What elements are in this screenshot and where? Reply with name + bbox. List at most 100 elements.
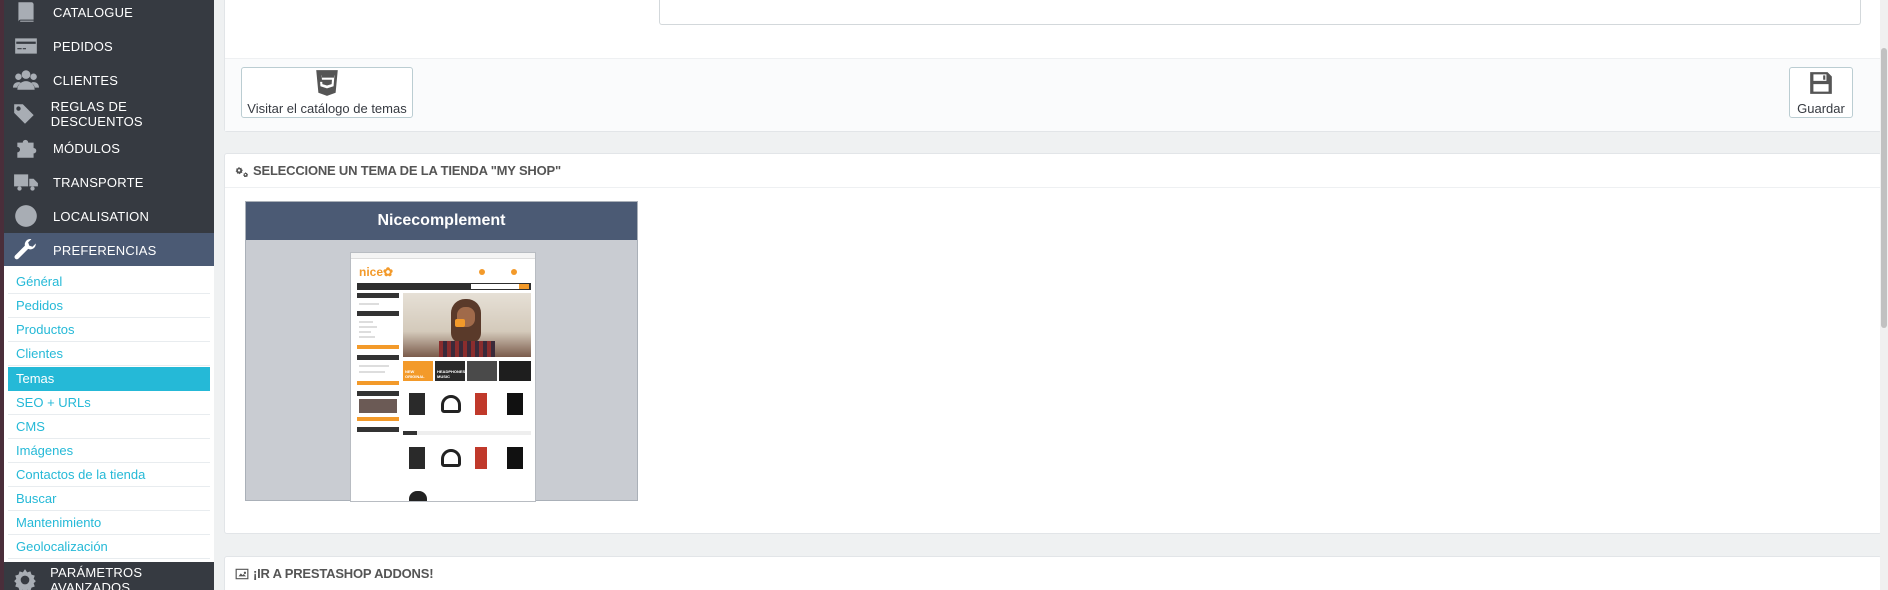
preview-search-button: [519, 284, 529, 289]
submenu-item-geolocalizacion[interactable]: Geolocalización: [8, 535, 210, 559]
theme-settings-panel: Visitar el catálogo de temas Guardar: [224, 0, 1882, 132]
submenu-item-cms[interactable]: CMS: [8, 415, 210, 439]
preview-cart-icon: [479, 269, 485, 275]
sidebar-item-label: CATALOGUE: [53, 4, 134, 20]
sidebar-item-transporte[interactable]: TRANSPORTE: [4, 165, 214, 199]
preview-line: [359, 371, 385, 373]
preview-product-headphones: [441, 395, 461, 413]
sidebar-item-preferencias[interactable]: PREFERENCIAS: [4, 233, 214, 267]
preview-banner-3: [467, 361, 497, 381]
preview-line: [359, 326, 377, 328]
preview-banner-4: [499, 361, 531, 381]
visit-theme-catalog-button[interactable]: Visitar el catálogo de temas: [241, 67, 413, 118]
sidebar-item-pedidos[interactable]: PEDIDOS: [4, 29, 214, 63]
preview-line: [359, 336, 375, 338]
truck-icon: [4, 165, 48, 199]
page-scrollbar[interactable]: [1880, 0, 1888, 590]
submenu-item-general[interactable]: Général: [8, 270, 210, 294]
submenu-item-buscar[interactable]: Buscar: [8, 487, 210, 511]
cogs-icon: [4, 563, 45, 590]
preview-banner-1-label: NEW ORIGINAL: [405, 369, 425, 379]
tags-icon: [4, 97, 46, 131]
preview-product-tablet: [409, 447, 425, 469]
cogs-icon: [235, 166, 249, 177]
main-content: Visitar el catálogo de temas Guardar SEL…: [214, 0, 1888, 590]
sidebar-item-label: CLIENTES: [53, 72, 119, 88]
preview-search: [471, 284, 519, 289]
sidebar-item-modulos[interactable]: MÓDULOS: [4, 131, 214, 165]
preview-product-headphones: [441, 449, 461, 467]
floppy-disk-icon: [1810, 72, 1832, 94]
preview-product-phone: [475, 393, 487, 415]
preview-block: [357, 391, 399, 396]
preview-product-bag: [409, 491, 427, 501]
sidebar-item-localisation[interactable]: LOCALISATION: [4, 199, 214, 233]
preview-active-tab: [403, 431, 417, 435]
panel-heading: SELECCIONE UN TEMA DE LA TIENDA "MY SHOP…: [225, 154, 1881, 188]
panel-title[interactable]: ¡IR A PRESTASHOP ADDONS!: [253, 557, 434, 590]
users-icon: [4, 63, 48, 97]
preview-block: [357, 355, 399, 360]
submenu-item-temas[interactable]: Temas: [8, 367, 210, 391]
preview-product-phone: [475, 447, 487, 469]
sidebar-item-label: LOCALISATION: [53, 208, 150, 224]
select-theme-panel: SELECCIONE UN TEMA DE LA TIENDA "MY SHOP…: [224, 153, 1882, 534]
visit-theme-catalog-label: Visitar el catálogo de temas: [247, 101, 407, 116]
panel-footer: Visitar el catálogo de temas Guardar: [225, 58, 1881, 131]
description-textarea[interactable]: [659, 0, 1861, 25]
sidebar-item-label: PARÁMETROS AVANZADOS: [50, 565, 143, 590]
preview-line: [359, 331, 371, 333]
sidebar-item-catalogue[interactable]: CATALOGUE: [4, 0, 214, 29]
sidebar-item-clientes[interactable]: CLIENTES: [4, 63, 214, 97]
submenu-item-seo-urls[interactable]: SEO + URLs: [8, 391, 210, 415]
submenu-item-imagenes[interactable]: Imágenes: [8, 439, 210, 463]
sidebar-item-label: REGLAS DE DESCUENTOS: [50, 99, 143, 129]
save-button[interactable]: Guardar: [1789, 67, 1853, 118]
sidebar-item-label: MÓDULOS: [53, 140, 121, 156]
preview-line: [359, 321, 373, 323]
preview-block: [357, 427, 399, 432]
theme-card[interactable]: Nicecomplement nice✿ NEW ORIGINAL HEADPH…: [245, 201, 638, 502]
preview-banner-2: HEADPHONES MUSIC: [435, 361, 465, 381]
preferences-submenu: Général Pedidos Productos Clientes Temas…: [4, 266, 214, 562]
submenu-item-pedidos[interactable]: Pedidos: [8, 294, 210, 318]
preview-logo-mark: ✿: [383, 265, 394, 279]
preview-logo: nice✿: [359, 265, 393, 279]
sidebar-item-parametros-avanzados[interactable]: PARÁMETROS AVANZADOS: [4, 563, 214, 590]
panel-title: SELECCIONE UN TEMA DE LA TIENDA "MY SHOP…: [253, 162, 561, 178]
sidebar-item-label: PEDIDOS: [53, 38, 113, 54]
sidebar-item-label: TRANSPORTE: [53, 174, 144, 190]
preview-product-tablet: [409, 393, 425, 415]
preview-block: [357, 311, 399, 316]
sidebar: CATALOGUE PEDIDOS CLIENTES REGLAS DE DES…: [0, 0, 214, 590]
preview-product-case: [507, 393, 523, 415]
panel-heading: ¡IR A PRESTASHOP ADDONS!: [225, 557, 1881, 590]
theme-name: Nicecomplement: [246, 202, 637, 240]
submenu-item-contactos[interactable]: Contactos de la tienda: [8, 463, 210, 487]
preview-user-icon: [511, 269, 517, 275]
sidebar-item-reglas-de-descuentos[interactable]: REGLAS DE DESCUENTOS: [4, 97, 214, 131]
preview-orange-button: [357, 381, 399, 385]
globe-icon: [4, 199, 48, 233]
preview-logo-text: nice: [359, 265, 384, 279]
preview-product-case: [507, 447, 523, 469]
preview-banner-2-label: HEADPHONES MUSIC: [437, 369, 466, 379]
preview-slider: [403, 293, 531, 357]
book-icon: [4, 0, 48, 29]
credit-card-icon: [4, 29, 48, 63]
preview-thumb: [359, 399, 397, 413]
submenu-item-clientes[interactable]: Clientes: [8, 342, 210, 366]
preview-block: [357, 293, 399, 298]
theme-preview-image: nice✿ NEW ORIGINAL HEADPHONES MUSIC: [350, 252, 536, 502]
preview-orange-button: [357, 345, 399, 349]
preview-tabs: [403, 431, 531, 435]
wrench-icon: [4, 233, 48, 267]
submenu-item-mantenimiento[interactable]: Mantenimiento: [8, 511, 210, 535]
html5-icon: [316, 70, 338, 96]
save-label: Guardar: [1797, 101, 1845, 116]
submenu-item-productos[interactable]: Productos: [8, 318, 210, 342]
scrollbar-thumb[interactable]: [1881, 48, 1887, 328]
preview-topbar: [351, 253, 535, 259]
picture-icon: [235, 568, 249, 579]
prestashop-addons-panel: ¡IR A PRESTASHOP ADDONS!: [224, 556, 1882, 590]
